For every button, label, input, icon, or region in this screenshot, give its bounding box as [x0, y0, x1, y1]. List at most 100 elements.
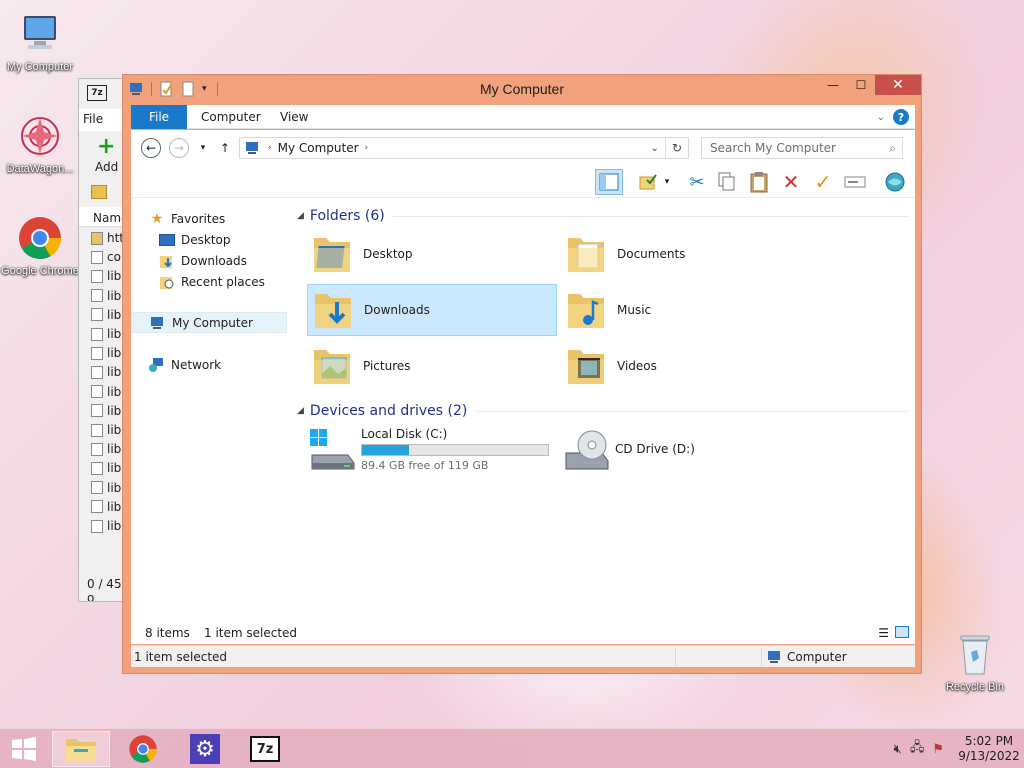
table-row[interactable]: lib [91, 519, 121, 533]
folder-videos[interactable]: Videos [561, 340, 811, 392]
checkmark-icon[interactable]: ✓ [809, 169, 837, 195]
search-icon[interactable]: ⌕ [889, 141, 902, 156]
folder-music[interactable]: Music [561, 284, 811, 336]
row-label: lib [107, 403, 122, 418]
table-row[interactable]: lib [91, 461, 121, 475]
details-view-icon[interactable]: ☰ [878, 626, 889, 640]
drive-local-disk-c[interactable]: Local Disk (C:) 89.4 GB free of 119 GB [307, 423, 549, 475]
forward-button[interactable]: → [169, 138, 189, 158]
table-row[interactable]: lib [91, 385, 121, 399]
tab-computer[interactable]: Computer [189, 105, 273, 129]
nav-my-computer[interactable]: My Computer [131, 312, 287, 333]
up-button[interactable]: ↑ [215, 138, 235, 158]
table-row[interactable]: lib [91, 269, 121, 283]
paste-icon[interactable] [745, 169, 773, 195]
table-row[interactable]: lib [91, 481, 121, 495]
title-bar[interactable]: ▾ My Computer — ☐ ✕ [123, 75, 921, 105]
add-icon: + [97, 134, 116, 159]
7zip-file-menu[interactable]: File [83, 112, 103, 126]
window-title: My Computer [479, 81, 565, 97]
address-bar[interactable]: › My Computer › ⌄ ↻ [239, 137, 689, 159]
nav-favorites[interactable]: ★ Favorites [149, 208, 305, 229]
properties-dropdown-icon[interactable]: ▾ [659, 169, 675, 195]
action-center-icon[interactable]: ⚑ [932, 742, 944, 757]
folder-desktop[interactable]: Desktop [307, 228, 557, 280]
taskbar-chrome[interactable] [114, 731, 172, 767]
table-row[interactable]: lib [91, 289, 121, 303]
table-row[interactable]: lib [91, 308, 121, 322]
documents-folder-icon [561, 230, 611, 278]
expand-ribbon-icon[interactable]: ⌄ [877, 112, 885, 123]
start-button[interactable] [8, 735, 40, 763]
nav-desktop[interactable]: Desktop [159, 229, 315, 250]
maximize-button[interactable]: ☐ [847, 75, 875, 95]
desktop-icon-google-chrome[interactable]: Google Chrome [0, 214, 80, 278]
row-label: lib [107, 499, 122, 514]
nav-recent-places[interactable]: Recent places [159, 271, 315, 292]
row-label: co [107, 250, 121, 265]
back-button[interactable]: ← [141, 138, 161, 158]
content-area: ★ Favorites Desktop Downloads Recent pla… [131, 198, 915, 642]
breadcrumb-chevron-icon[interactable]: › [365, 143, 369, 153]
folder-up-icon[interactable] [91, 185, 107, 199]
table-row[interactable]: co [91, 250, 121, 264]
volume-muted-icon[interactable]: 🔇︎ [894, 742, 902, 757]
delete-icon[interactable]: ✕ [777, 169, 805, 195]
nav-network[interactable]: Network [149, 354, 305, 375]
table-row[interactable]: lib [91, 327, 121, 341]
folders-group-header[interactable]: ◢ Folders (6) [297, 208, 909, 224]
tab-view[interactable]: View [268, 105, 320, 129]
tab-file[interactable]: File [131, 105, 187, 129]
desktop-icon-recycle-bin[interactable]: Recycle Bin [935, 630, 1015, 694]
desktop-icon-my-computer[interactable]: My Computer [0, 10, 80, 74]
large-icons-view-icon[interactable] [895, 626, 909, 638]
collapse-icon[interactable]: ◢ [297, 211, 304, 221]
folder-pictures[interactable]: Pictures [307, 340, 557, 392]
close-button[interactable]: ✕ [875, 75, 921, 95]
address-dropdown-icon[interactable]: ⌄ [651, 143, 665, 154]
row-label: lib [107, 384, 122, 399]
table-row[interactable]: lib [91, 365, 121, 379]
breadcrumb-chevron-icon[interactable]: › [268, 143, 272, 153]
explorer-window[interactable]: ▾ My Computer — ☐ ✕ File Computer View ⌄… [122, 74, 922, 674]
network-icon [149, 357, 165, 373]
devices-group-header[interactable]: ◢ Devices and drives (2) [297, 403, 909, 419]
file-icon [91, 519, 103, 533]
network-status-icon[interactable]: 🖧 [910, 738, 925, 760]
search-placeholder: Search My Computer [710, 141, 836, 155]
rename-icon[interactable] [841, 169, 869, 195]
address-text[interactable]: My Computer [278, 141, 359, 155]
clock[interactable]: 5:02 PM 9/13/2022 [954, 734, 1024, 764]
table-row[interactable]: lib [91, 442, 121, 456]
nav-downloads[interactable]: Downloads [159, 250, 315, 271]
taskbar-file-explorer[interactable] [52, 731, 110, 767]
folder-documents[interactable]: Documents [561, 228, 811, 280]
table-row[interactable]: lib [91, 423, 121, 437]
desktop-icon-datawagon[interactable]: DataWagon... [0, 112, 80, 176]
help-icon[interactable]: ? [893, 109, 909, 125]
desktop-small-icon [159, 232, 175, 248]
taskbar-settings[interactable]: ⚙ [176, 731, 234, 767]
collapse-icon[interactable]: ◢ [297, 406, 304, 416]
7zip-add-label[interactable]: Add [95, 160, 118, 174]
preview-pane-button[interactable] [595, 169, 623, 195]
taskbar-7zip[interactable]: 7z [236, 731, 294, 767]
cut-icon[interactable]: ✂ [683, 169, 711, 195]
table-row[interactable]: htt [91, 231, 124, 245]
music-folder-icon [561, 286, 611, 334]
table-row[interactable]: lib [91, 346, 121, 360]
background-7zip-window[interactable]: 7z File + Add Name htt co lib lib lib lib lib l… [78, 78, 128, 602]
table-row[interactable]: lib [91, 500, 121, 514]
search-input[interactable]: Search My Computer ⌕ [701, 137, 903, 159]
network-globe-icon[interactable] [881, 169, 909, 195]
table-row[interactable]: lib [91, 404, 121, 418]
computer-icon [16, 10, 64, 58]
folder-downloads[interactable]: Downloads [307, 284, 557, 336]
refresh-icon[interactable]: ↻ [666, 141, 688, 155]
drive-cd-d[interactable]: CD Drive (D:) [561, 423, 695, 475]
copy-icon[interactable] [713, 169, 741, 195]
recent-locations-button[interactable]: ▾ [193, 138, 213, 158]
minimize-button[interactable]: — [819, 75, 847, 95]
file-icon [91, 500, 103, 514]
cd-drive-icon [561, 425, 611, 473]
